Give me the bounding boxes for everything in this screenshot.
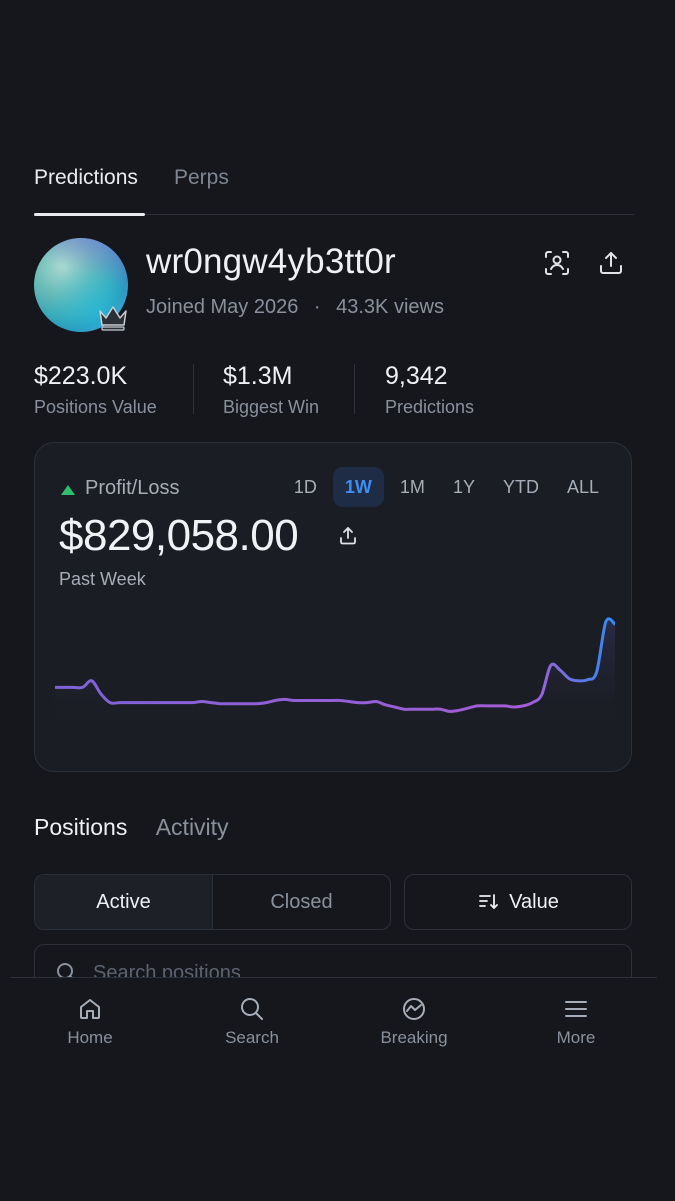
status-segmented-control: Active Closed xyxy=(34,874,391,930)
pnl-value: $829,058.00 xyxy=(59,511,299,560)
trend-up-icon xyxy=(61,485,75,495)
search-icon xyxy=(241,998,263,1020)
stat-divider xyxy=(193,364,194,414)
tab-perps[interactable]: Perps xyxy=(174,166,229,190)
stat-positions-value: $223.0K Positions Value xyxy=(34,362,157,418)
sort-label: Value xyxy=(509,890,559,913)
tab-activity[interactable]: Activity xyxy=(156,814,229,840)
nav-search[interactable]: Search xyxy=(192,996,312,1048)
nav-label: More xyxy=(556,1028,596,1047)
tab-positions[interactable]: Positions xyxy=(34,814,127,840)
nav-label: Breaking xyxy=(380,1028,448,1047)
stat-value: $1.3M xyxy=(223,362,293,390)
nav-home[interactable]: Home xyxy=(30,996,150,1048)
menu-icon xyxy=(565,1001,587,1017)
chart-line xyxy=(55,617,615,713)
breaking-icon xyxy=(403,998,425,1020)
stat-divider xyxy=(354,364,355,414)
range-1m[interactable]: 1M xyxy=(388,467,437,507)
stat-label: Biggest Win xyxy=(223,397,320,417)
bottom-nav: Home Search Breaking More xyxy=(10,977,657,1201)
positions-tabs: Positions Activity xyxy=(34,814,229,841)
chart-area xyxy=(55,618,615,743)
sort-button[interactable]: Value xyxy=(404,874,632,930)
range-1w[interactable]: 1W xyxy=(332,467,384,507)
pnl-period: Past Week xyxy=(59,569,146,589)
tab-active-indicator xyxy=(34,213,145,216)
joined-date: Joined May 2026 xyxy=(146,296,299,318)
sort-icon xyxy=(479,894,499,910)
range-ytd[interactable]: YTD xyxy=(491,467,551,507)
segment-active[interactable]: Active xyxy=(35,875,213,929)
pnl-card: Profit/Loss 1D 1W 1M 1Y YTD ALL $829,058… xyxy=(34,442,632,772)
stat-predictions: 9,342 Predictions xyxy=(385,362,474,418)
nav-label: Search xyxy=(225,1028,279,1047)
stat-biggest-win: $1.3M Biggest Win xyxy=(223,362,319,418)
view-count: 43.3K views xyxy=(336,296,444,318)
crown-icon xyxy=(99,306,127,331)
range-selector: 1D 1W 1M 1Y YTD ALL xyxy=(278,467,611,509)
avatar[interactable] xyxy=(34,238,128,332)
nav-label: Home xyxy=(67,1028,113,1047)
nav-more[interactable]: More xyxy=(516,996,636,1048)
stat-value: $223.0K xyxy=(34,362,128,390)
stat-label: Positions Value xyxy=(34,397,157,417)
profile-meta: Joined May 2026 · 43.3K views xyxy=(146,296,444,319)
share-pnl-icon[interactable] xyxy=(337,525,359,547)
meta-separator: · xyxy=(313,296,321,318)
range-1d[interactable]: 1D xyxy=(282,467,329,507)
top-tabs: Predictions Perps xyxy=(34,160,634,216)
home-icon xyxy=(80,999,100,1019)
range-1y[interactable]: 1Y xyxy=(441,467,487,507)
stat-value: 9,342 xyxy=(385,362,448,390)
stat-label: Predictions xyxy=(385,397,475,417)
pnl-label: Profit/Loss xyxy=(85,477,180,499)
username: wr0ngw4yb3tt0r xyxy=(146,242,396,281)
range-all[interactable]: ALL xyxy=(555,467,611,507)
share-icon[interactable] xyxy=(594,246,628,280)
segment-closed[interactable]: Closed xyxy=(213,875,390,929)
tab-predictions[interactable]: Predictions xyxy=(34,166,138,190)
scan-profile-icon[interactable] xyxy=(540,246,574,280)
pnl-chart[interactable] xyxy=(55,603,615,743)
nav-breaking[interactable]: Breaking xyxy=(354,996,474,1048)
